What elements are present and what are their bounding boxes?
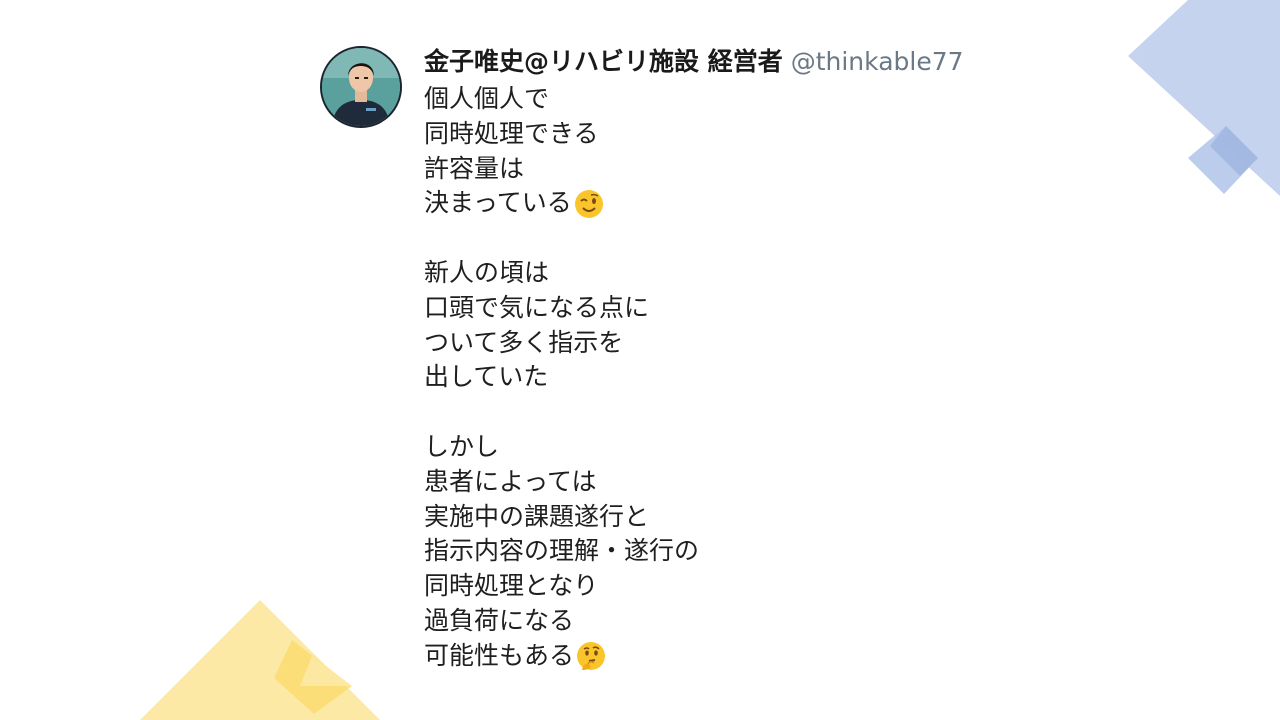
- tweet-line: 口頭で気になる点に: [424, 292, 650, 322]
- winking-face-emoji-icon: [574, 189, 603, 218]
- tweet-line: 過負荷になる: [424, 605, 575, 635]
- tweet-line: 同時処理となり: [424, 571, 599, 601]
- tweet-line: [424, 395, 699, 430]
- display-name[interactable]: 金子唯史@リハビリ施設 経営者: [424, 47, 783, 76]
- tweet-line: 個人個人で: [424, 84, 550, 113]
- tweet-header: 金子唯史@リハビリ施設 経営者 @thinkable77: [424, 44, 964, 83]
- tweet-line: 新人の頃は: [424, 257, 550, 287]
- tweet-line-text: 決まっている: [424, 188, 572, 218]
- user-handle[interactable]: @thinkable77: [791, 47, 964, 76]
- tweet-line: 同時処理できる: [424, 118, 599, 148]
- tweet-line-with-emoji: 可能性もある: [424, 639, 699, 674]
- tweet-body: 個人個人で 同時処理できる 許容量は 決まっている 新人の頃は 口頭で気になる点…: [424, 82, 699, 674]
- tweet-line: 許容量は: [424, 153, 525, 183]
- tweet-line: しかし: [424, 431, 500, 461]
- tweet-line: ついて多く指示を: [424, 327, 624, 357]
- tweet-line: 出していた: [424, 362, 549, 392]
- tweet-line: 患者によっては: [424, 466, 597, 496]
- tweet-line: [424, 221, 699, 256]
- thinking-face-emoji-icon: [577, 642, 606, 671]
- blue-diamond-decoration: [1128, 0, 1280, 196]
- tweet-line: 実施中の課題遂行と: [424, 501, 650, 531]
- yellow-triangle-decoration: [140, 600, 380, 720]
- person-avatar-icon[interactable]: [320, 46, 402, 128]
- tweet-line-text: 可能性もある: [424, 640, 575, 670]
- tweet-line-with-emoji: 決まっている: [424, 186, 699, 221]
- tweet-line: 指示内容の理解・遂行の: [424, 536, 700, 566]
